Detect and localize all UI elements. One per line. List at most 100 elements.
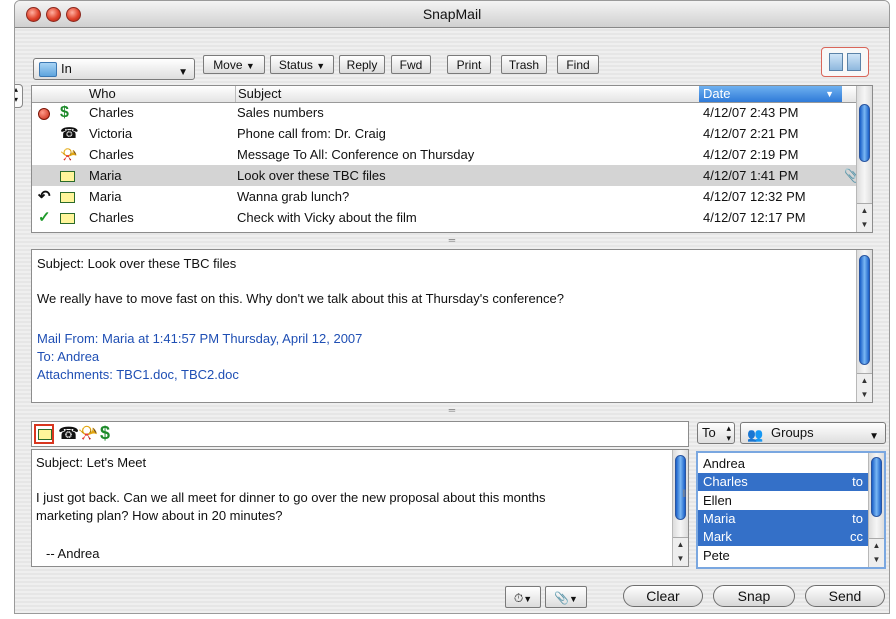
chevron-down-icon: ▼	[569, 594, 578, 604]
stepper-icon: ▴ ▾	[726, 423, 731, 443]
vertical-splitter[interactable]: ‖	[682, 485, 688, 505]
groups-popup[interactable]: 👥 Groups ▼	[740, 422, 886, 444]
to-type-popup[interactable]: To ▴ ▾	[697, 422, 735, 444]
sort-descending-icon: ▼	[825, 89, 834, 99]
scroll-arrows[interactable]: ▲ ▼	[857, 203, 872, 232]
mailbox-label: In	[61, 61, 72, 76]
preview-body: We really have to move fast on this. Why…	[37, 291, 564, 306]
table-row[interactable]: ✓ Charles Check with Vicky about the film 4…	[32, 207, 857, 228]
chevron-down-icon: ▼	[316, 61, 326, 71]
folder-icon	[39, 62, 57, 77]
phone-icon[interactable]: ☎	[58, 424, 79, 444]
splitter-handle[interactable]: ═	[31, 235, 873, 245]
table-row[interactable]: 📯 Charles Message To All: Conference on Th…	[32, 144, 857, 165]
chevron-down-icon: ▼	[523, 594, 533, 604]
row-date: 4/12/07 1:41 PM	[703, 168, 799, 183]
recipient-list: Andrea Charles to Ellen Maria to Mark cc Pete ▲ ▼	[696, 451, 886, 569]
recipient-name: Charles	[703, 474, 748, 490]
recipient-item[interactable]: Charles to	[698, 473, 869, 492]
note-icon	[60, 207, 75, 228]
megaphone-icon[interactable]: 📯	[78, 424, 98, 444]
compose-body-line2[interactable]: marketing plan? How about in 20 minutes?	[36, 508, 282, 523]
trash-button[interactable]: Trash	[501, 55, 547, 74]
recipient-item[interactable]: Ellen	[698, 492, 869, 510]
groups-label: Groups	[771, 425, 814, 440]
scroll-thumb[interactable]	[871, 457, 882, 517]
move-label: Move	[213, 58, 243, 72]
clear-button[interactable]: Clear	[623, 585, 703, 607]
table-row[interactable]: Maria Look over these TBC files 4/12/07 1:…	[32, 165, 860, 186]
layout-toggle[interactable]	[821, 47, 869, 77]
header-who[interactable]: Who	[89, 86, 116, 102]
table-row[interactable]: ☎ Victoria Phone call from: Dr. Craig 4/12/…	[32, 123, 857, 144]
row-who: Maria	[89, 168, 122, 183]
scroll-thumb[interactable]	[859, 104, 870, 162]
timer-popup[interactable]: ⏱▼	[505, 586, 541, 608]
row-subject: Sales numbers	[237, 105, 324, 120]
reply-arrow-icon: ↶	[38, 188, 51, 205]
row-subject: Message To All: Conference on Thursday	[237, 147, 475, 162]
compose-editor[interactable]: Subject: Let's Meet I just got back. Can…	[31, 449, 689, 567]
recipient-item[interactable]: Andrea	[698, 455, 869, 473]
window-title: SnapMail	[422, 6, 482, 22]
scroll-thumb[interactable]	[859, 255, 870, 365]
scroll-arrows[interactable]: ▲ ▼	[673, 537, 688, 566]
row-subject: Check with Vicky about the film	[237, 210, 417, 225]
snap-button[interactable]: Snap	[713, 585, 795, 607]
view-stepper[interactable]: ▴ ▾	[15, 84, 23, 108]
note-icon[interactable]	[34, 424, 54, 444]
scroll-arrows[interactable]: ▲ ▼	[857, 373, 872, 402]
header-subject[interactable]: Subject	[235, 86, 281, 102]
move-button[interactable]: Move ▼	[203, 55, 265, 74]
mailbox-popup[interactable]: In ▼	[33, 58, 195, 80]
checkmark-icon: ✓	[38, 209, 51, 226]
preview-attachments[interactable]: Attachments: TBC1.doc, TBC2.doc	[37, 367, 239, 382]
recipient-name: Maria	[703, 510, 736, 526]
preview-scrollbar[interactable]: ▲ ▼	[856, 250, 872, 402]
row-date: 4/12/07 12:32 PM	[703, 189, 806, 204]
row-who: Maria	[89, 189, 122, 204]
status-button[interactable]: Status ▼	[270, 55, 334, 74]
print-button[interactable]: Print	[447, 55, 491, 74]
recipient-item[interactable]: Mark cc	[698, 528, 869, 547]
recipient-name: Mark	[703, 529, 732, 545]
recipient-scrollbar[interactable]: ▲ ▼	[868, 453, 884, 567]
title-bar: SnapMail	[15, 1, 889, 28]
to-label: To	[702, 425, 716, 440]
splitter-handle[interactable]: ═	[31, 405, 873, 415]
row-date: 4/12/07 2:21 PM	[703, 126, 799, 141]
header-date[interactable]: Date ▼	[699, 86, 842, 102]
message-preview: Subject: Look over these TBC files We re…	[31, 249, 873, 403]
send-button[interactable]: Send	[805, 585, 885, 607]
find-button[interactable]: Find	[557, 55, 599, 74]
table-row[interactable]: ↶ Maria Wanna grab lunch? 4/12/07 12:32 PM	[32, 186, 857, 207]
recipient-name: Andrea	[703, 456, 745, 471]
preview-to: To: Andrea	[37, 349, 100, 364]
compose-scrollbar[interactable]: ▲ ▼	[672, 450, 688, 566]
preview-mail-from: Mail From: Maria at 1:41:57 PM Thursday,…	[37, 331, 363, 346]
recipient-name: Ellen	[703, 492, 732, 508]
message-list-scrollbar[interactable]: ▲ ▼	[856, 86, 872, 232]
scroll-arrows[interactable]: ▲ ▼	[869, 538, 884, 567]
attachment-popup[interactable]: 📎▼	[545, 586, 587, 608]
compose-subject[interactable]: Subject: Let's Meet	[36, 455, 146, 470]
note-icon	[60, 186, 75, 207]
dollar-icon[interactable]: $	[100, 423, 110, 443]
recipient-item[interactable]: Maria to	[698, 509, 869, 528]
table-row[interactable]: $ Charles Sales numbers 4/12/07 2:43 PM	[32, 102, 857, 123]
reply-button[interactable]: Reply	[339, 55, 385, 74]
fwd-button[interactable]: Fwd	[391, 55, 431, 74]
chevron-down-icon: ▼	[869, 431, 879, 442]
row-who: Charles	[89, 147, 134, 162]
row-subject: Wanna grab lunch?	[237, 189, 350, 204]
recipient-item[interactable]: Pete	[698, 547, 869, 565]
row-subject: Look over these TBC files	[237, 168, 386, 183]
phone-icon: ☎	[60, 125, 79, 142]
chevron-down-icon: ▼	[178, 67, 188, 78]
compose-body-line1[interactable]: I just got back. Can we all meet for din…	[36, 490, 545, 505]
dollar-icon: $	[60, 104, 69, 121]
list-header: Who Subject Date ▼	[32, 86, 857, 103]
header-date-label: Date	[703, 86, 731, 101]
red-dot-icon	[38, 102, 50, 123]
compose-signature[interactable]: -- Andrea	[46, 546, 99, 561]
